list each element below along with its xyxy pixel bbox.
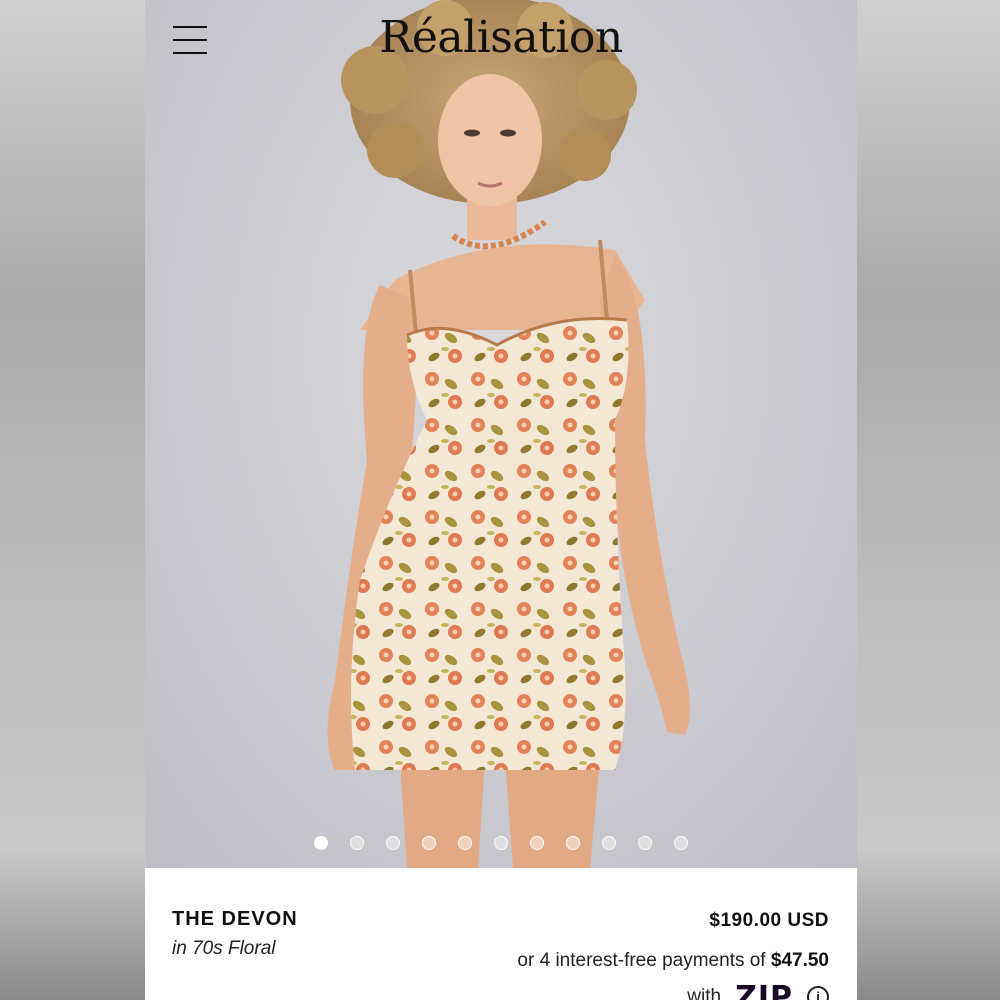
product-variant: in 70s Floral <box>172 938 276 959</box>
brand-logo[interactable]: Réalisation <box>145 12 857 63</box>
zip-logo[interactable]: ZIP <box>735 980 793 1000</box>
gallery-dot[interactable] <box>350 836 364 850</box>
installment-amount: $47.50 <box>770 950 829 971</box>
product-price: $190.00 USD <box>709 910 829 931</box>
right-backdrop <box>857 0 1000 1000</box>
gallery-dot[interactable] <box>602 836 616 850</box>
model-photo <box>327 0 690 868</box>
gallery-pagination <box>145 836 857 850</box>
product-image-gallery[interactable]: Réalisation <box>145 0 857 868</box>
with-label: with <box>687 986 722 1000</box>
gallery-dot[interactable] <box>386 836 400 850</box>
info-icon[interactable]: i <box>807 986 829 1000</box>
left-backdrop <box>0 0 145 1000</box>
gallery-dot[interactable] <box>494 836 508 850</box>
product-name: THE DEVON <box>172 908 298 930</box>
installment-prefix: or 4 interest-free payments of <box>517 950 766 971</box>
gallery-dot[interactable] <box>638 836 652 850</box>
zip-payment-line: with ZIP i <box>687 980 829 1000</box>
gallery-dot[interactable] <box>674 836 688 850</box>
product-info: THE DEVON in 70s Floral $190.00 USD or 4… <box>145 868 857 1000</box>
gallery-dot[interactable] <box>530 836 544 850</box>
gallery-dot[interactable] <box>314 836 328 850</box>
product-page: Réalisation THE DEVON in 70s Floral $190… <box>145 0 857 1000</box>
installment-text: or 4 interest-free payments of $47.50 <box>517 950 829 972</box>
gallery-dot[interactable] <box>566 836 580 850</box>
gallery-dot[interactable] <box>458 836 472 850</box>
gallery-dot[interactable] <box>422 836 436 850</box>
